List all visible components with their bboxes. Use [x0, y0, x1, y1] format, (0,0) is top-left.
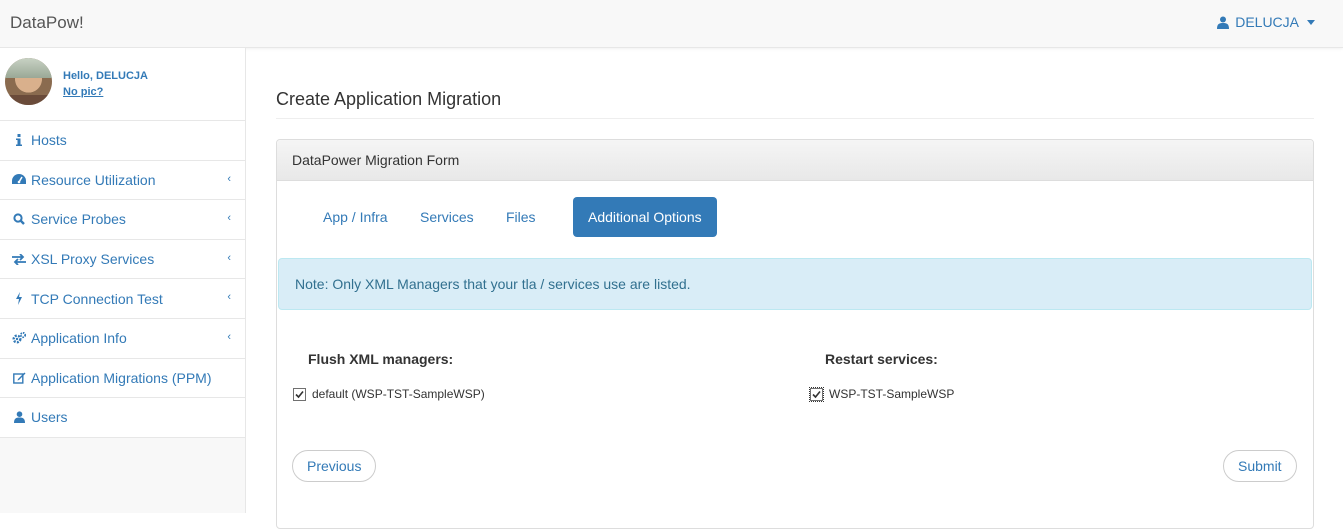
flush-manager-checkbox[interactable]	[293, 387, 306, 401]
dashboard-icon	[12, 173, 26, 187]
sidebar-item-label: Service Probes	[31, 211, 126, 228]
cogs-icon	[12, 331, 26, 345]
previous-button[interactable]: Previous	[292, 450, 377, 482]
restart-service-label: WSP-TST-SampleWSP	[829, 387, 955, 401]
chevron-left-icon: ‹	[227, 212, 231, 225]
flush-manager-label: default (WSP-TST-SampleWSP)	[312, 387, 485, 401]
sidebar-item-xsl-proxy-services[interactable]: XSL Proxy Services ‹	[0, 239, 245, 280]
info-icon	[12, 133, 26, 147]
chevron-left-icon: ‹	[227, 330, 231, 343]
sidebar-item-label: Users	[31, 409, 68, 426]
sidebar-item-label: Resource Utilization	[31, 171, 156, 188]
migration-form-panel: DataPower Migration Form App / Infra Ser…	[276, 139, 1314, 529]
info-alert: Note: Only XML Managers that your tla / …	[278, 258, 1312, 310]
main-content: Create Application Migration DataPower M…	[246, 48, 1343, 529]
caret-down-icon	[1307, 19, 1315, 25]
page-title: Create Application Migration	[276, 89, 502, 109]
tab-files[interactable]: Files	[506, 197, 536, 237]
sidebar-item-tcp-connection-test[interactable]: TCP Connection Test ‹	[0, 279, 245, 319]
form-tabs: App / Infra Services Files Additional Op…	[277, 197, 1313, 237]
restart-service-option: WSP-TST-SampleWSP	[809, 386, 955, 402]
greeting-text: Hello, DELUCJA	[63, 70, 148, 82]
sidebar-item-users[interactable]: Users	[0, 398, 245, 438]
user-menu-dropdown[interactable]: DELUCJA	[1217, 14, 1315, 30]
sidebar-item-hosts[interactable]: Hosts	[0, 121, 245, 161]
chevron-left-icon: ‹	[227, 291, 231, 304]
flush-manager-option: default (WSP-TST-SampleWSP)	[293, 387, 485, 401]
restart-service-checkbox[interactable]	[809, 386, 824, 402]
restart-services-heading: Restart services:	[825, 351, 938, 367]
avatar	[5, 58, 52, 105]
flush-xml-managers-heading: Flush XML managers:	[308, 351, 454, 367]
sidebar-item-label: XSL Proxy Services	[31, 251, 155, 268]
brand-logo[interactable]: DataPow!	[10, 13, 84, 33]
sidebar-item-service-probes[interactable]: Service Probes ‹	[0, 200, 245, 240]
sidebar-item-resource-utilization[interactable]: Resource Utilization ‹	[0, 160, 245, 201]
sidebar-item-label: Application Info	[31, 330, 127, 347]
user-icon	[12, 410, 26, 424]
tab-services[interactable]: Services	[420, 197, 474, 237]
user-profile-panel: Hello, DELUCJA No pic?	[0, 48, 245, 121]
tab-additional-options[interactable]: Additional Options	[573, 197, 717, 237]
sidebar-item-label: TCP Connection Test	[31, 290, 163, 307]
chevron-left-icon: ‹	[227, 251, 231, 264]
bolt-icon	[12, 292, 26, 306]
title-divider	[276, 118, 1314, 119]
tab-app-infra[interactable]: App / Infra	[323, 197, 388, 237]
sidebar-item-label: Hosts	[31, 132, 67, 149]
submit-button[interactable]: Submit	[1223, 450, 1297, 482]
search-icon	[12, 212, 26, 226]
sidebar-item-label: Application Migrations (PPM)	[31, 369, 212, 386]
no-pic-link[interactable]: No pic?	[63, 86, 103, 98]
user-name: DELUCJA	[1235, 14, 1299, 30]
sidebar-menu: Hosts Resource Utilization ‹ Service Pro…	[0, 121, 245, 438]
sidebar-item-application-info[interactable]: Application Info ‹	[0, 318, 245, 359]
exchange-icon	[12, 252, 26, 266]
user-icon	[1217, 16, 1230, 29]
sidebar: Hello, DELUCJA No pic? Hosts Resource Ut…	[0, 48, 246, 513]
top-navbar: DataPow! DELUCJA	[0, 0, 1343, 48]
chevron-left-icon: ‹	[227, 172, 231, 185]
edit-icon	[12, 371, 26, 385]
panel-heading: DataPower Migration Form	[277, 140, 1313, 181]
sidebar-item-application-migrations[interactable]: Application Migrations (PPM)	[0, 358, 245, 399]
